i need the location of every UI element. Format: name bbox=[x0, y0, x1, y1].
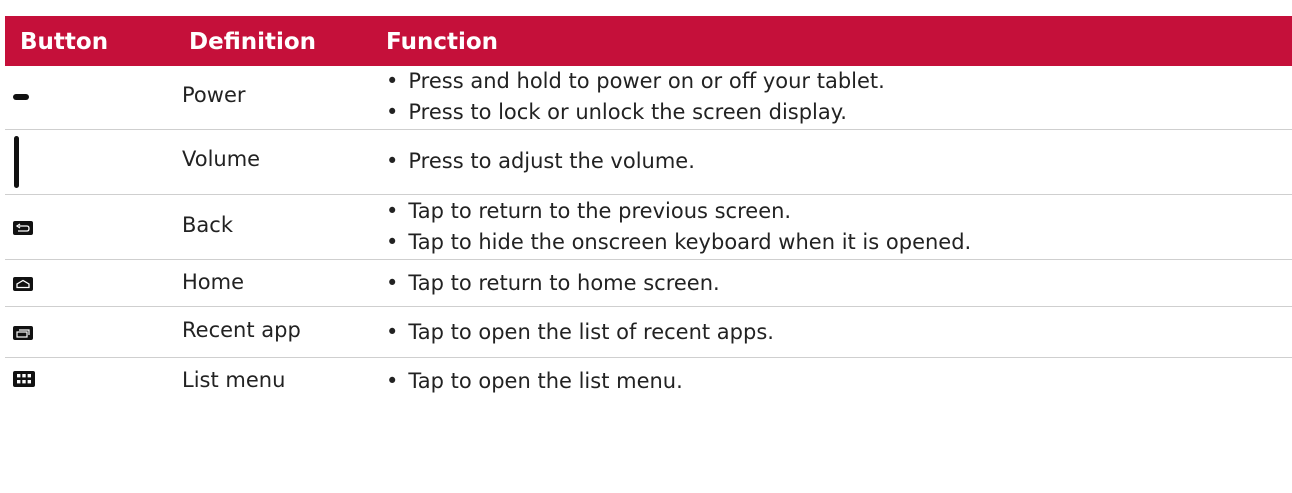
definition-home: Home bbox=[182, 270, 245, 294]
definition-recent-app: Recent app bbox=[182, 318, 301, 342]
table-header: Button Definition Function bbox=[5, 16, 1292, 66]
table-row-list-menu: List menu Tap to open the list menu. bbox=[5, 358, 1292, 406]
function-item: Tap to hide the onscreen keyboard when i… bbox=[386, 227, 971, 258]
function-item: Tap to return to home screen. bbox=[386, 268, 719, 299]
table-row-volume: Volume Press to adjust the volume. bbox=[5, 130, 1292, 195]
function-list-home: Tap to return to home screen. bbox=[386, 268, 719, 299]
function-list-power: Press and hold to power on or off your t… bbox=[386, 66, 885, 128]
header-definition: Definition bbox=[189, 29, 317, 55]
table-row-power: Power Press and hold to power on or off … bbox=[5, 66, 1292, 130]
back-icon bbox=[13, 220, 33, 239]
function-item: Press to adjust the volume. bbox=[386, 146, 695, 177]
table-row-home: Home Tap to return to home screen. bbox=[5, 260, 1292, 307]
function-item: Tap to open the list menu. bbox=[386, 366, 682, 397]
function-item: Press to lock or unlock the screen displ… bbox=[386, 97, 885, 128]
list-menu-icon bbox=[13, 371, 35, 391]
table-row-recent-app: Recent app Tap to open the list of recen… bbox=[5, 307, 1292, 358]
definition-power: Power bbox=[182, 83, 246, 107]
function-list-volume: Press to adjust the volume. bbox=[386, 146, 695, 177]
definition-back: Back bbox=[182, 213, 233, 237]
recent-apps-icon bbox=[13, 325, 33, 344]
header-button: Button bbox=[20, 29, 109, 55]
function-list-back: Tap to return to the previous screen. Ta… bbox=[386, 196, 971, 258]
definition-list-menu: List menu bbox=[182, 368, 286, 392]
function-list-recent-app: Tap to open the list of recent apps. bbox=[386, 317, 774, 348]
definition-volume: Volume bbox=[182, 147, 261, 171]
home-icon bbox=[13, 276, 33, 295]
header-function: Function bbox=[386, 29, 499, 55]
function-item: Tap to open the list of recent apps. bbox=[386, 317, 774, 348]
table-row-back: Back Tap to return to the previous scree… bbox=[5, 195, 1292, 260]
function-item: Tap to return to the previous screen. bbox=[386, 196, 971, 227]
button-table: Button Definition Function Power Press a… bbox=[5, 16, 1292, 406]
function-list-list-menu: Tap to open the list menu. bbox=[386, 366, 682, 397]
function-item: Press and hold to power on or off your t… bbox=[386, 66, 884, 97]
